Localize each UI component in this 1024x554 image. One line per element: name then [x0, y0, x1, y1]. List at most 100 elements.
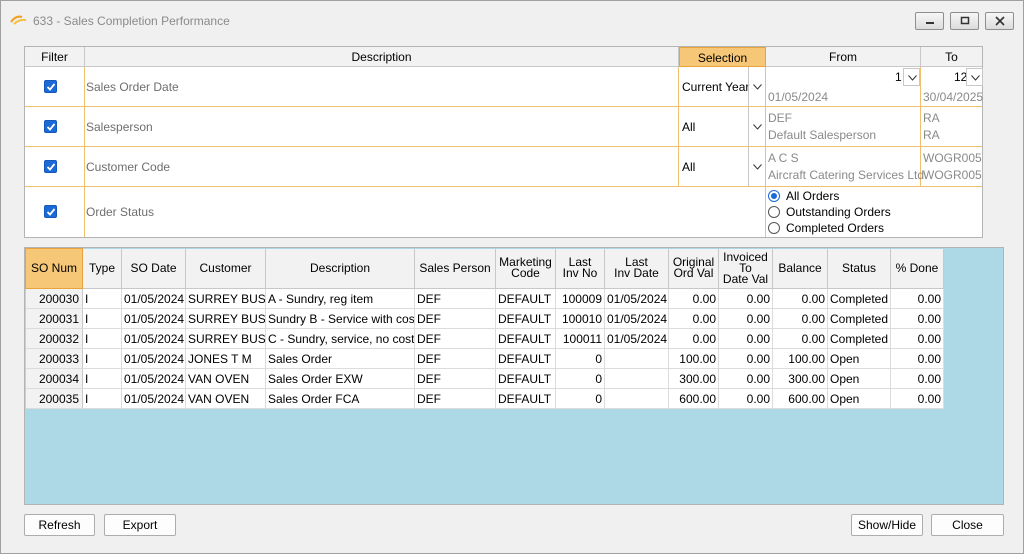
- column-header-status[interactable]: Status: [827, 248, 891, 289]
- all-orders-label[interactable]: All Orders: [786, 189, 839, 203]
- table-cell[interactable]: DEF: [414, 348, 496, 369]
- table-cell[interactable]: 0.00: [890, 288, 944, 309]
- customer-code-checkbox[interactable]: [44, 160, 57, 173]
- table-cell[interactable]: [604, 368, 669, 389]
- table-row[interactable]: 200035 I 01/05/2024 VAN OVEN Sales Order FCA…: [25, 388, 944, 409]
- maximize-button[interactable]: [950, 12, 979, 30]
- minimize-button[interactable]: [915, 12, 944, 30]
- salesperson-selection[interactable]: All: [682, 120, 695, 134]
- table-cell[interactable]: 200033: [25, 348, 83, 369]
- table-cell[interactable]: 0.00: [718, 348, 773, 369]
- column-header-balance[interactable]: Balance: [772, 248, 828, 289]
- completed-orders-label[interactable]: Completed Orders: [786, 221, 884, 235]
- table-cell[interactable]: I: [82, 388, 122, 409]
- from-period-dropdown-icon[interactable]: [903, 68, 920, 86]
- table-cell[interactable]: 200035: [25, 388, 83, 409]
- table-cell[interactable]: DEFAULT: [495, 308, 556, 329]
- table-cell[interactable]: 200031: [25, 308, 83, 329]
- table-cell[interactable]: 01/05/2024: [121, 328, 186, 349]
- table-cell[interactable]: 100011: [555, 328, 605, 349]
- table-row[interactable]: 200031 I 01/05/2024 SURREY BUS Sundry B - Se…: [25, 308, 944, 329]
- selection-header[interactable]: Selection: [679, 47, 766, 67]
- export-button[interactable]: Export: [104, 514, 176, 536]
- table-cell[interactable]: Sales Order: [265, 348, 415, 369]
- table-cell[interactable]: 0.00: [890, 388, 944, 409]
- table-row[interactable]: 200032 I 01/05/2024 SURREY BUS C - Sundry, s…: [25, 328, 944, 349]
- table-cell[interactable]: DEF: [414, 388, 496, 409]
- table-cell[interactable]: DEF: [414, 328, 496, 349]
- table-cell[interactable]: I: [82, 328, 122, 349]
- table-cell[interactable]: 0.00: [668, 328, 719, 349]
- table-cell[interactable]: DEFAULT: [495, 388, 556, 409]
- column-header-so-date[interactable]: SO Date: [121, 248, 186, 289]
- close-button[interactable]: Close: [931, 514, 1004, 536]
- table-cell[interactable]: 0: [555, 388, 605, 409]
- table-cell[interactable]: DEFAULT: [495, 368, 556, 389]
- table-cell[interactable]: Completed: [827, 308, 891, 329]
- column-header-last-inv-no[interactable]: Last Inv No: [555, 248, 605, 289]
- results-grid[interactable]: SO Num Type SO Date Customer Description Sale…: [24, 247, 1004, 505]
- outstanding-orders-radio[interactable]: [768, 206, 780, 218]
- table-cell[interactable]: 200034: [25, 368, 83, 389]
- column-header-original-ord-val[interactable]: Original Ord Val: [668, 248, 719, 289]
- refresh-button[interactable]: Refresh: [24, 514, 95, 536]
- completed-orders-radio[interactable]: [768, 222, 780, 234]
- table-cell[interactable]: I: [82, 308, 122, 329]
- table-cell[interactable]: 01/05/2024: [604, 328, 669, 349]
- table-cell[interactable]: 01/05/2024: [121, 348, 186, 369]
- table-cell[interactable]: 01/05/2024: [121, 368, 186, 389]
- column-header-invoiced-to-date-val[interactable]: Invoiced To Date Val: [718, 248, 773, 289]
- table-cell[interactable]: 0: [555, 348, 605, 369]
- title-bar[interactable]: 633 - Sales Completion Performance: [1, 1, 1023, 39]
- to-period-dropdown-icon[interactable]: [966, 68, 983, 86]
- table-cell[interactable]: 0.00: [890, 308, 944, 329]
- column-header-customer[interactable]: Customer: [185, 248, 266, 289]
- table-cell[interactable]: I: [82, 348, 122, 369]
- table-cell[interactable]: Open: [827, 348, 891, 369]
- table-cell[interactable]: 01/05/2024: [604, 288, 669, 309]
- table-cell[interactable]: 0: [555, 368, 605, 389]
- table-cell[interactable]: DEFAULT: [495, 348, 556, 369]
- table-cell[interactable]: 300.00: [772, 368, 828, 389]
- table-cell[interactable]: DEF: [414, 308, 496, 329]
- table-cell[interactable]: VAN OVEN: [185, 368, 266, 389]
- table-cell[interactable]: 0.00: [772, 308, 828, 329]
- table-cell[interactable]: 200032: [25, 328, 83, 349]
- selection-dropdown-icon[interactable]: [748, 147, 765, 186]
- table-cell[interactable]: Sales Order FCA: [265, 388, 415, 409]
- table-cell[interactable]: 01/05/2024: [121, 308, 186, 329]
- table-cell[interactable]: 300.00: [668, 368, 719, 389]
- all-orders-radio[interactable]: [768, 190, 780, 202]
- table-cell[interactable]: Sundry B - Service with cost: [265, 308, 415, 329]
- sales-order-date-selection[interactable]: Current Year: [682, 80, 749, 94]
- table-cell[interactable]: 0.00: [668, 288, 719, 309]
- table-cell[interactable]: 0.00: [772, 288, 828, 309]
- table-cell[interactable]: Open: [827, 388, 891, 409]
- table-cell[interactable]: DEF: [414, 368, 496, 389]
- table-cell[interactable]: 0.00: [718, 328, 773, 349]
- table-cell[interactable]: I: [82, 288, 122, 309]
- table-row[interactable]: 200033 I 01/05/2024 JONES T M Sales Order DEF…: [25, 348, 944, 369]
- table-cell[interactable]: 0.00: [718, 388, 773, 409]
- from-period-value[interactable]: 1: [895, 70, 902, 84]
- column-header-so-num[interactable]: SO Num: [25, 248, 83, 289]
- table-cell[interactable]: 200030: [25, 288, 83, 309]
- table-cell[interactable]: Sales Order EXW: [265, 368, 415, 389]
- order-status-checkbox[interactable]: [44, 205, 57, 218]
- selection-dropdown-icon[interactable]: [748, 107, 765, 146]
- table-row[interactable]: 200034 I 01/05/2024 VAN OVEN Sales Order EXW…: [25, 368, 944, 389]
- sales-order-date-checkbox[interactable]: [44, 80, 57, 93]
- close-window-button[interactable]: [985, 12, 1014, 30]
- table-cell[interactable]: 100.00: [772, 348, 828, 369]
- table-cell[interactable]: 600.00: [668, 388, 719, 409]
- column-header-type[interactable]: Type: [82, 248, 122, 289]
- selection-dropdown-icon[interactable]: [748, 67, 765, 106]
- table-cell[interactable]: [604, 348, 669, 369]
- table-row[interactable]: 200030 I 01/05/2024 SURREY BUS A - Sundry, r…: [25, 288, 944, 309]
- table-cell[interactable]: 0.00: [772, 328, 828, 349]
- table-cell[interactable]: 0.00: [718, 288, 773, 309]
- table-cell[interactable]: A - Sundry, reg item: [265, 288, 415, 309]
- table-cell[interactable]: SURREY BUS: [185, 328, 266, 349]
- table-cell[interactable]: 0.00: [890, 328, 944, 349]
- table-cell[interactable]: 01/05/2024: [121, 288, 186, 309]
